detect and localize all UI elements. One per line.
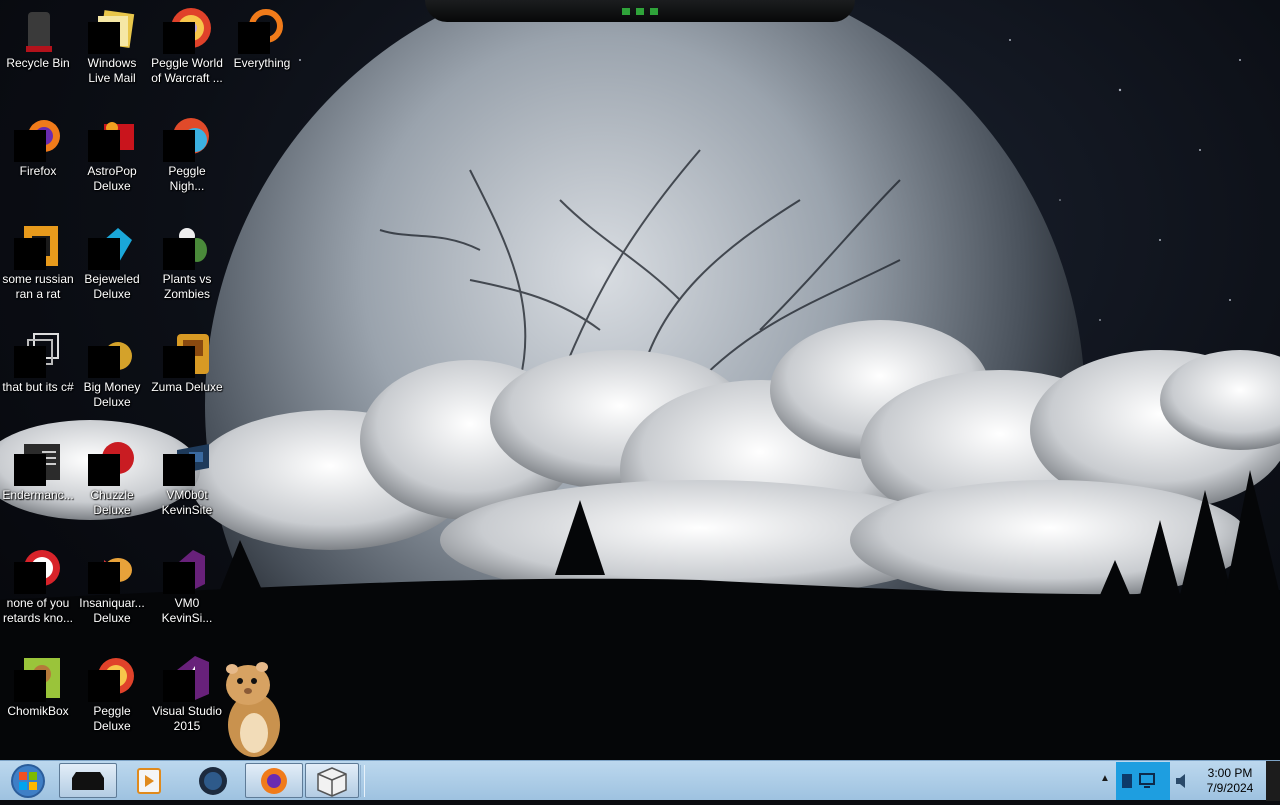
taskbar: ▲ 3:00 PM 7/9/2024 bbox=[0, 760, 1280, 801]
desktop-icon-vm0b0t-kevinsite[interactable]: VM0b0t KevinSite bbox=[149, 434, 225, 518]
desktop-icon-label: Zuma Deluxe bbox=[151, 380, 223, 394]
search-app-icon bbox=[238, 6, 286, 54]
desktop-icon-windows-live-mail[interactable]: Windows Live Mail bbox=[74, 2, 150, 86]
file-icon bbox=[14, 222, 62, 270]
vm-icon bbox=[163, 438, 211, 486]
copy-icon bbox=[14, 330, 62, 378]
desktop-icon-plants-vs-zombies[interactable]: Plants vs Zombies bbox=[149, 218, 225, 302]
taskbar-firefox-button[interactable] bbox=[245, 763, 303, 798]
desktop-icon-label: Recycle Bin bbox=[6, 56, 70, 70]
top-bar-widget bbox=[425, 0, 855, 22]
windows-logo-icon bbox=[11, 764, 45, 798]
terminal-icon bbox=[72, 772, 104, 790]
plant-icon bbox=[163, 222, 211, 270]
desktop-icon-firefox[interactable]: Firefox bbox=[0, 110, 76, 179]
desktop-icon-bejeweled[interactable]: Bejeweled Deluxe bbox=[74, 218, 150, 302]
desktop-icon-chomikbox[interactable]: ChomikBox bbox=[0, 650, 76, 719]
package-icon bbox=[317, 767, 347, 797]
desktop-icon-label: that but its c# bbox=[2, 380, 74, 394]
desktop-icon-endermanc[interactable]: Endermanc... bbox=[0, 434, 76, 503]
money-icon bbox=[88, 330, 136, 378]
clock-time: 3:00 PM bbox=[1207, 766, 1253, 780]
visual-studio-icon bbox=[163, 654, 211, 702]
taskbar-divider bbox=[360, 765, 365, 797]
desktop-icon-none-of-you[interactable]: none of you retards kno... bbox=[0, 542, 76, 626]
clock-date: 7/9/2024 bbox=[1206, 781, 1254, 795]
desktop-icon-peggle-nights[interactable]: Peggle Nigh... bbox=[149, 110, 225, 194]
game-icon bbox=[163, 330, 211, 378]
desktop-icon-label: Bejeweled Deluxe bbox=[84, 272, 140, 301]
gem-icon bbox=[88, 222, 136, 270]
firefox-icon bbox=[14, 114, 62, 162]
taskbar-terminal-button[interactable] bbox=[59, 763, 117, 798]
peggle-icon bbox=[163, 6, 211, 54]
desktop-icon-label: VM0b0t KevinSite bbox=[161, 488, 213, 517]
desktop-icon-chuzzle[interactable]: Chuzzle Deluxe bbox=[74, 434, 150, 518]
media-player-icon bbox=[137, 768, 161, 794]
browser-globe-icon bbox=[199, 767, 227, 795]
desktop-icon-label: VM0 KevinSi... bbox=[161, 596, 213, 625]
taskbar-package-button[interactable] bbox=[305, 763, 359, 798]
game-icon bbox=[88, 438, 136, 486]
visual-studio-icon bbox=[163, 546, 211, 594]
desktop-icon-big-money[interactable]: Big Money Deluxe bbox=[74, 326, 150, 410]
desktop-icon-label: Insaniquar... Deluxe bbox=[79, 596, 145, 625]
game-icon bbox=[88, 114, 136, 162]
desktop-icon-label: AstroPop Deluxe bbox=[87, 164, 137, 193]
desktop-icon-label: Everything bbox=[233, 56, 291, 70]
desktop-icon-peggle-wow[interactable]: Peggle World of Warcraft ... bbox=[149, 2, 225, 86]
desktop-icon-zuma[interactable]: Zuma Deluxe bbox=[149, 326, 225, 395]
start-button[interactable] bbox=[2, 762, 54, 800]
peggle-icon bbox=[88, 654, 136, 702]
desktop-icon-recycle-bin[interactable]: Recycle Bin bbox=[0, 2, 76, 71]
system-tray: ▲ bbox=[1096, 761, 1196, 801]
fish-icon bbox=[88, 546, 136, 594]
peggle-icon bbox=[163, 114, 211, 162]
desktop-icon-visual-studio-2015[interactable]: Visual Studio 2015 bbox=[149, 650, 225, 734]
show-hidden-icons-button[interactable]: ▲ bbox=[1100, 773, 1110, 784]
desktop-icon-label: Peggle Nigh... bbox=[168, 164, 206, 193]
desktop-icon-label: Visual Studio 2015 bbox=[152, 704, 222, 733]
desktop-icon-everything[interactable]: Everything bbox=[224, 2, 300, 71]
taskbar-browser-button[interactable] bbox=[184, 763, 242, 798]
document-icon bbox=[14, 438, 62, 486]
recycle-bin-icon bbox=[14, 6, 62, 54]
desktop-icon-some-russian-ran-a-rat[interactable]: some russian ran a rat bbox=[0, 218, 76, 302]
mail-icon bbox=[88, 6, 136, 54]
desktop-icon-label: Windows Live Mail bbox=[87, 56, 137, 85]
desktop-icon-label: Big Money Deluxe bbox=[83, 380, 141, 409]
desktop-icon-vm0-kevinsite[interactable]: VM0 KevinSi... bbox=[149, 542, 225, 626]
indicator-lights-icon bbox=[622, 8, 658, 15]
desktop-icon-label: Endermanc... bbox=[2, 488, 74, 502]
app-icon bbox=[14, 546, 62, 594]
desktop-icon-label: Plants vs Zombies bbox=[162, 272, 212, 301]
desktop-icon-peggle-deluxe[interactable]: Peggle Deluxe bbox=[74, 650, 150, 734]
desktop-icon-label: none of you retards kno... bbox=[2, 596, 74, 625]
taskbar-clock[interactable]: 3:00 PM 7/9/2024 bbox=[1196, 761, 1264, 801]
chomikbox-icon bbox=[14, 654, 62, 702]
desktop-icon-that-but-its-csharp[interactable]: that but its c# bbox=[0, 326, 76, 395]
desktop-icon-label: some russian ran a rat bbox=[2, 272, 74, 301]
firefox-icon bbox=[261, 768, 287, 794]
volume-icon[interactable] bbox=[1174, 772, 1190, 790]
taskbar-media-player-button[interactable] bbox=[120, 763, 178, 798]
desktop-icon-label: ChomikBox bbox=[7, 704, 69, 718]
tray-highlight-area bbox=[1116, 762, 1170, 800]
desktop-icon-insaniquarium[interactable]: Insaniquar... Deluxe bbox=[74, 542, 150, 626]
desktop-icon-label: Chuzzle Deluxe bbox=[90, 488, 134, 517]
desktop-icon-label: Firefox bbox=[19, 164, 57, 178]
display-icon[interactable] bbox=[1139, 773, 1155, 788]
desktop-icon-astropop[interactable]: AstroPop Deluxe bbox=[74, 110, 150, 194]
show-desktop-button[interactable] bbox=[1266, 761, 1280, 801]
desktop-icon-label: Peggle Deluxe bbox=[93, 704, 131, 733]
hamster-sticker-image bbox=[218, 655, 288, 760]
network-icon[interactable] bbox=[1122, 774, 1132, 788]
desktop-icon-label: Peggle World of Warcraft ... bbox=[151, 56, 223, 85]
